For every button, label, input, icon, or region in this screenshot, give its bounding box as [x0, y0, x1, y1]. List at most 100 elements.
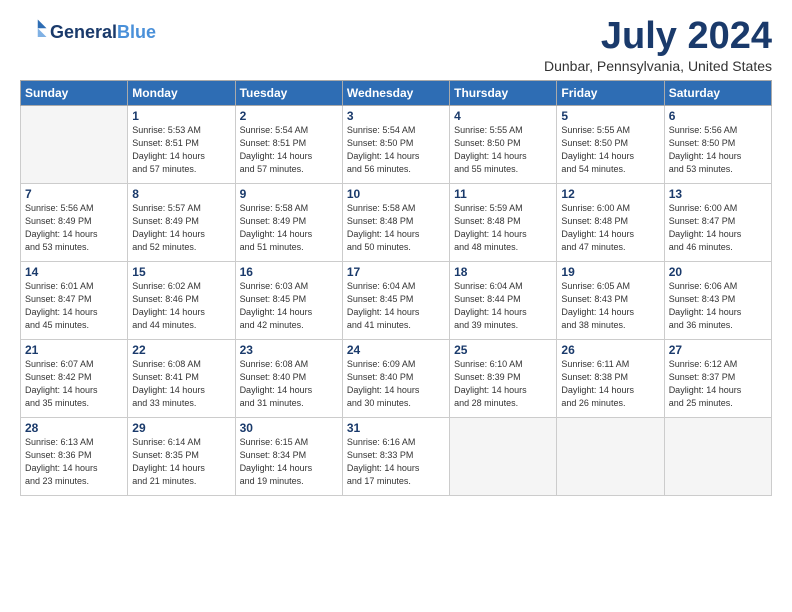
calendar-week-5: 28Sunrise: 6:13 AM Sunset: 8:36 PM Dayli… — [21, 417, 772, 495]
day-number: 31 — [347, 421, 445, 435]
calendar-cell: 29Sunrise: 6:14 AM Sunset: 8:35 PM Dayli… — [128, 417, 235, 495]
weekday-header-saturday: Saturday — [664, 80, 771, 105]
day-number: 3 — [347, 109, 445, 123]
day-info: Sunrise: 6:10 AM Sunset: 8:39 PM Dayligh… — [454, 358, 552, 410]
day-number: 29 — [132, 421, 230, 435]
day-info: Sunrise: 6:08 AM Sunset: 8:40 PM Dayligh… — [240, 358, 338, 410]
day-info: Sunrise: 5:59 AM Sunset: 8:48 PM Dayligh… — [454, 202, 552, 254]
day-number: 30 — [240, 421, 338, 435]
calendar-cell: 10Sunrise: 5:58 AM Sunset: 8:48 PM Dayli… — [342, 183, 449, 261]
logo-icon — [22, 16, 50, 44]
day-info: Sunrise: 6:04 AM Sunset: 8:44 PM Dayligh… — [454, 280, 552, 332]
day-number: 4 — [454, 109, 552, 123]
calendar-cell: 19Sunrise: 6:05 AM Sunset: 8:43 PM Dayli… — [557, 261, 664, 339]
calendar-table: SundayMondayTuesdayWednesdayThursdayFrid… — [20, 80, 772, 496]
calendar-cell: 7Sunrise: 5:56 AM Sunset: 8:49 PM Daylig… — [21, 183, 128, 261]
day-number: 1 — [132, 109, 230, 123]
day-info: Sunrise: 5:57 AM Sunset: 8:49 PM Dayligh… — [132, 202, 230, 254]
calendar-cell — [450, 417, 557, 495]
day-info: Sunrise: 6:01 AM Sunset: 8:47 PM Dayligh… — [25, 280, 123, 332]
calendar-cell: 16Sunrise: 6:03 AM Sunset: 8:45 PM Dayli… — [235, 261, 342, 339]
day-info: Sunrise: 6:04 AM Sunset: 8:45 PM Dayligh… — [347, 280, 445, 332]
day-number: 15 — [132, 265, 230, 279]
day-info: Sunrise: 5:58 AM Sunset: 8:49 PM Dayligh… — [240, 202, 338, 254]
weekday-header-friday: Friday — [557, 80, 664, 105]
day-info: Sunrise: 5:54 AM Sunset: 8:51 PM Dayligh… — [240, 124, 338, 176]
calendar-cell: 21Sunrise: 6:07 AM Sunset: 8:42 PM Dayli… — [21, 339, 128, 417]
page: GeneralBlue July 2024 Dunbar, Pennsylvan… — [0, 0, 792, 506]
day-info: Sunrise: 6:02 AM Sunset: 8:46 PM Dayligh… — [132, 280, 230, 332]
calendar-cell: 20Sunrise: 6:06 AM Sunset: 8:43 PM Dayli… — [664, 261, 771, 339]
day-number: 16 — [240, 265, 338, 279]
day-info: Sunrise: 6:03 AM Sunset: 8:45 PM Dayligh… — [240, 280, 338, 332]
day-number: 21 — [25, 343, 123, 357]
day-info: Sunrise: 5:55 AM Sunset: 8:50 PM Dayligh… — [454, 124, 552, 176]
logo: GeneralBlue — [20, 16, 156, 49]
day-number: 26 — [561, 343, 659, 357]
calendar-cell: 2Sunrise: 5:54 AM Sunset: 8:51 PM Daylig… — [235, 105, 342, 183]
calendar-cell: 11Sunrise: 5:59 AM Sunset: 8:48 PM Dayli… — [450, 183, 557, 261]
calendar-week-4: 21Sunrise: 6:07 AM Sunset: 8:42 PM Dayli… — [21, 339, 772, 417]
day-number: 5 — [561, 109, 659, 123]
day-number: 8 — [132, 187, 230, 201]
calendar-cell: 18Sunrise: 6:04 AM Sunset: 8:44 PM Dayli… — [450, 261, 557, 339]
day-number: 28 — [25, 421, 123, 435]
day-info: Sunrise: 6:06 AM Sunset: 8:43 PM Dayligh… — [669, 280, 767, 332]
day-info: Sunrise: 6:00 AM Sunset: 8:47 PM Dayligh… — [669, 202, 767, 254]
calendar-week-2: 7Sunrise: 5:56 AM Sunset: 8:49 PM Daylig… — [21, 183, 772, 261]
calendar-cell — [664, 417, 771, 495]
day-info: Sunrise: 5:54 AM Sunset: 8:50 PM Dayligh… — [347, 124, 445, 176]
day-number: 27 — [669, 343, 767, 357]
weekday-header-row: SundayMondayTuesdayWednesdayThursdayFrid… — [21, 80, 772, 105]
weekday-header-thursday: Thursday — [450, 80, 557, 105]
day-info: Sunrise: 6:14 AM Sunset: 8:35 PM Dayligh… — [132, 436, 230, 488]
day-number: 22 — [132, 343, 230, 357]
calendar-cell: 15Sunrise: 6:02 AM Sunset: 8:46 PM Dayli… — [128, 261, 235, 339]
day-info: Sunrise: 6:15 AM Sunset: 8:34 PM Dayligh… — [240, 436, 338, 488]
calendar-week-1: 1Sunrise: 5:53 AM Sunset: 8:51 PM Daylig… — [21, 105, 772, 183]
day-info: Sunrise: 6:12 AM Sunset: 8:37 PM Dayligh… — [669, 358, 767, 410]
day-info: Sunrise: 5:55 AM Sunset: 8:50 PM Dayligh… — [561, 124, 659, 176]
calendar-cell — [21, 105, 128, 183]
day-number: 13 — [669, 187, 767, 201]
weekday-header-monday: Monday — [128, 80, 235, 105]
day-number: 7 — [25, 187, 123, 201]
day-info: Sunrise: 6:07 AM Sunset: 8:42 PM Dayligh… — [25, 358, 123, 410]
day-number: 14 — [25, 265, 123, 279]
calendar-cell — [557, 417, 664, 495]
day-number: 19 — [561, 265, 659, 279]
day-number: 25 — [454, 343, 552, 357]
calendar-cell: 24Sunrise: 6:09 AM Sunset: 8:40 PM Dayli… — [342, 339, 449, 417]
day-info: Sunrise: 5:56 AM Sunset: 8:49 PM Dayligh… — [25, 202, 123, 254]
day-info: Sunrise: 6:08 AM Sunset: 8:41 PM Dayligh… — [132, 358, 230, 410]
calendar-cell: 1Sunrise: 5:53 AM Sunset: 8:51 PM Daylig… — [128, 105, 235, 183]
calendar-cell: 6Sunrise: 5:56 AM Sunset: 8:50 PM Daylig… — [664, 105, 771, 183]
day-info: Sunrise: 6:11 AM Sunset: 8:38 PM Dayligh… — [561, 358, 659, 410]
day-number: 24 — [347, 343, 445, 357]
day-info: Sunrise: 5:53 AM Sunset: 8:51 PM Dayligh… — [132, 124, 230, 176]
calendar-cell: 3Sunrise: 5:54 AM Sunset: 8:50 PM Daylig… — [342, 105, 449, 183]
day-number: 12 — [561, 187, 659, 201]
day-number: 2 — [240, 109, 338, 123]
day-info: Sunrise: 6:00 AM Sunset: 8:48 PM Dayligh… — [561, 202, 659, 254]
calendar-cell: 4Sunrise: 5:55 AM Sunset: 8:50 PM Daylig… — [450, 105, 557, 183]
calendar-cell: 13Sunrise: 6:00 AM Sunset: 8:47 PM Dayli… — [664, 183, 771, 261]
day-number: 10 — [347, 187, 445, 201]
calendar-cell: 31Sunrise: 6:16 AM Sunset: 8:33 PM Dayli… — [342, 417, 449, 495]
day-number: 17 — [347, 265, 445, 279]
day-info: Sunrise: 5:58 AM Sunset: 8:48 PM Dayligh… — [347, 202, 445, 254]
calendar-cell: 17Sunrise: 6:04 AM Sunset: 8:45 PM Dayli… — [342, 261, 449, 339]
day-number: 23 — [240, 343, 338, 357]
day-info: Sunrise: 6:16 AM Sunset: 8:33 PM Dayligh… — [347, 436, 445, 488]
calendar-cell: 8Sunrise: 5:57 AM Sunset: 8:49 PM Daylig… — [128, 183, 235, 261]
calendar-cell: 12Sunrise: 6:00 AM Sunset: 8:48 PM Dayli… — [557, 183, 664, 261]
weekday-header-tuesday: Tuesday — [235, 80, 342, 105]
title-block: July 2024 Dunbar, Pennsylvania, United S… — [544, 16, 772, 74]
calendar-cell: 23Sunrise: 6:08 AM Sunset: 8:40 PM Dayli… — [235, 339, 342, 417]
calendar-cell: 5Sunrise: 5:55 AM Sunset: 8:50 PM Daylig… — [557, 105, 664, 183]
day-info: Sunrise: 6:09 AM Sunset: 8:40 PM Dayligh… — [347, 358, 445, 410]
month-title: July 2024 — [544, 16, 772, 58]
weekday-header-sunday: Sunday — [21, 80, 128, 105]
day-info: Sunrise: 6:13 AM Sunset: 8:36 PM Dayligh… — [25, 436, 123, 488]
calendar-cell: 9Sunrise: 5:58 AM Sunset: 8:49 PM Daylig… — [235, 183, 342, 261]
